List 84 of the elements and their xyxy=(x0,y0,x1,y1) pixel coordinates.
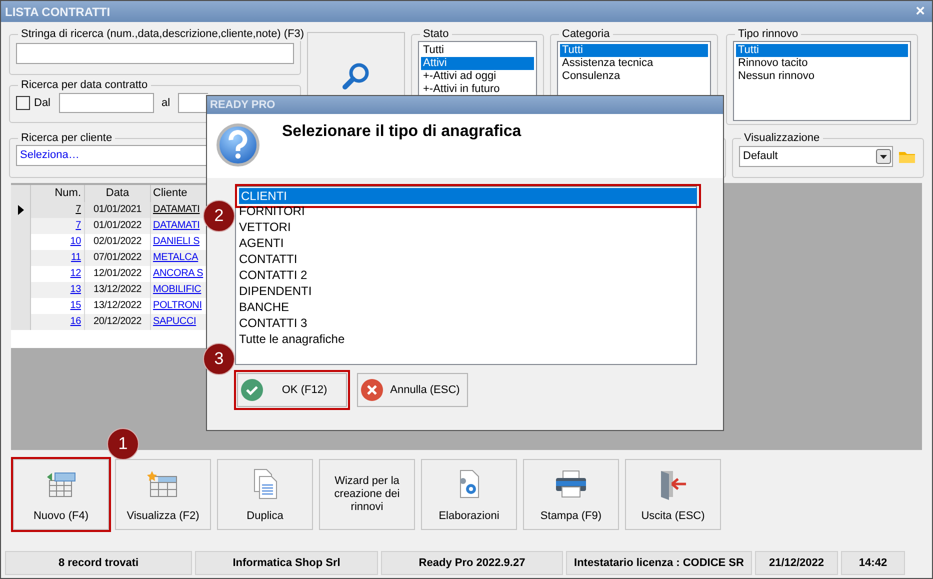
type-item[interactable]: VETTORI xyxy=(237,219,697,235)
status-segment: Ready Pro 2022.9.27 xyxy=(381,551,563,575)
list-item[interactable]: Assistenza tecnica xyxy=(560,57,708,70)
number-link[interactable]: 11 xyxy=(71,252,81,263)
group-label: Ricerca per data contratto xyxy=(20,79,149,92)
dialog-message: Selezionare il tipo di anagrafica xyxy=(282,122,522,142)
table-cell: 01/01/2021 xyxy=(93,204,142,215)
question-icon xyxy=(216,123,260,167)
date-field[interactable] xyxy=(58,93,154,113)
type-item[interactable]: CONTATTI 3 xyxy=(237,315,697,331)
group-label: Stringa di ricerca (num.,data,descrizione,cliente,note) (F3) xyxy=(20,28,306,41)
table-cell: 20/12/2022 xyxy=(93,316,142,327)
type-item[interactable]: DIPENDENTI xyxy=(237,283,697,299)
table-cell: 12/01/2022 xyxy=(93,268,142,279)
table-cell: 13/12/2022 xyxy=(93,284,142,295)
table-cell: 02/01/2022 xyxy=(93,236,142,247)
group-label: Tipo rinnovo xyxy=(737,28,800,41)
number-link[interactable]: 16 xyxy=(70,316,81,327)
client-link[interactable]: METALCA xyxy=(153,252,198,263)
client-link[interactable]: MOBILIFIC xyxy=(153,284,202,295)
toolbar-button[interactable]: Elaborazioni xyxy=(421,459,517,530)
search-icon xyxy=(341,61,371,91)
list-item[interactable]: Tutti xyxy=(560,44,708,57)
group-label: Visualizzazione xyxy=(743,132,821,145)
toolbar-button[interactable]: Visualizza (F2) xyxy=(115,459,211,530)
printer-icon xyxy=(554,469,588,499)
number-link[interactable]: 13 xyxy=(70,284,81,295)
number-link[interactable]: 7 xyxy=(76,220,81,231)
table-star-icon xyxy=(146,470,180,498)
row-pointer-icon xyxy=(18,205,24,215)
client-link[interactable]: DANIELI S xyxy=(153,236,200,247)
status-segment: 8 record trovati xyxy=(5,551,192,575)
type-item[interactable]: BANCHE xyxy=(237,299,697,315)
status-segment: Informatica Shop Srl xyxy=(195,551,378,575)
client-link[interactable]: ANCORA S xyxy=(153,268,204,279)
table-arrow-icon xyxy=(45,470,77,498)
list-item[interactable]: Tutti xyxy=(421,44,534,57)
toolbar-button[interactable]: Uscita (ESC) xyxy=(625,459,721,530)
dialog-button[interactable]: OK (F12) xyxy=(237,373,347,407)
number-link[interactable]: 10 xyxy=(70,236,81,247)
table-cell: 01/01/2022 xyxy=(93,220,142,231)
type-item[interactable]: CONTATTI 2 xyxy=(237,267,697,283)
dialog-button[interactable]: Annulla (ESC) xyxy=(357,373,468,407)
table-cell: 07/01/2022 xyxy=(93,252,142,263)
type-item[interactable]: FORNITORI xyxy=(237,203,697,219)
table-cell: 13/12/2022 xyxy=(93,300,142,311)
list-item[interactable]: +-Attivi ad oggi xyxy=(421,70,534,83)
toolbar-button[interactable]: Wizard per la creazione dei rinnovi xyxy=(319,459,415,530)
list-item[interactable]: Tutti xyxy=(736,44,908,57)
status-segment: 21/12/2022 xyxy=(755,551,838,575)
client-link[interactable]: SAPUCCI xyxy=(153,316,196,327)
group-label: Ricerca per cliente xyxy=(20,132,114,145)
toolbar-button[interactable]: Nuovo (F4) xyxy=(13,459,109,530)
check-icon xyxy=(241,379,263,401)
view-dropdown[interactable]: Default xyxy=(739,146,893,166)
number-link[interactable]: 15 xyxy=(70,300,81,311)
close-icon xyxy=(361,379,383,401)
field-label: al xyxy=(162,96,170,111)
type-item[interactable]: AGENTI xyxy=(237,235,697,251)
list-item[interactable]: +-Attivi in futuro xyxy=(421,83,534,96)
status-segment: Intestatario licenza : CODICE SR xyxy=(566,551,752,575)
list-item[interactable]: Consulenza xyxy=(560,70,708,83)
checkbox[interactable] xyxy=(16,96,30,110)
status-segment: 14:42 xyxy=(841,551,905,575)
search-field[interactable] xyxy=(16,42,294,64)
checkbox-label: Dal xyxy=(34,96,51,111)
group-label: Stato xyxy=(422,28,450,41)
window-title: LISTA CONTRATTI xyxy=(5,4,110,20)
dialog-title: READY PRO xyxy=(210,98,276,113)
client-link[interactable]: DATAMATI xyxy=(153,204,200,215)
client-link[interactable]: DATAMATI xyxy=(153,220,200,231)
date-field[interactable] xyxy=(178,93,208,113)
number-link[interactable]: 7 xyxy=(76,204,81,215)
type-item[interactable]: Tutte le anagrafiche xyxy=(237,331,697,347)
type-item[interactable]: CONTATTI xyxy=(237,251,697,267)
group-label: Categoria xyxy=(561,28,611,41)
list-item[interactable]: Attivi xyxy=(421,57,534,70)
toolbar-button[interactable]: Stampa (F9) xyxy=(523,459,619,530)
toolbar-button[interactable]: Duplica xyxy=(217,459,313,530)
number-link[interactable]: 12 xyxy=(70,268,81,279)
list-item[interactable]: Nessun rinnovo xyxy=(736,70,908,83)
type-item[interactable]: CLIENTI xyxy=(239,188,697,204)
list-item[interactable]: Rinnovo tacito xyxy=(736,57,908,70)
client-link[interactable]: POLTRONI xyxy=(153,300,202,311)
